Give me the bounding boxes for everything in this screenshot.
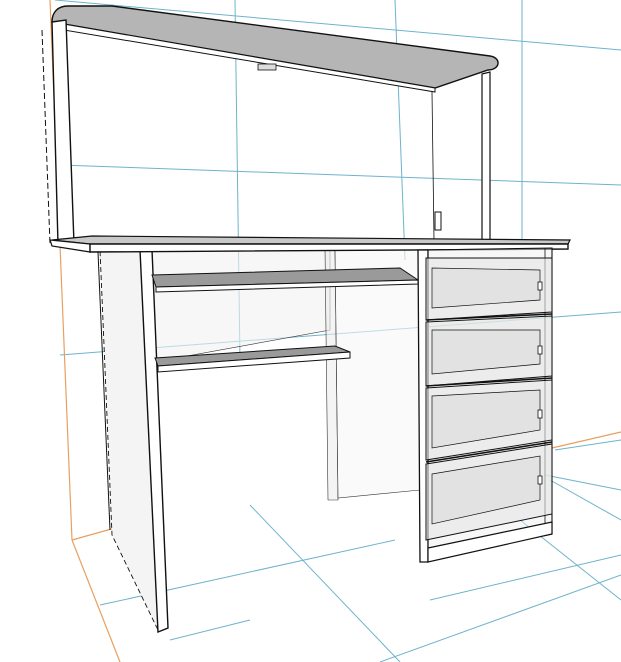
guide-line — [71, 539, 121, 662]
drawer-2 — [425, 315, 553, 387]
grid-line — [379, 574, 621, 662]
partition-side — [334, 249, 421, 499]
drawer-handle — [537, 281, 543, 291]
upright-handle — [434, 211, 442, 231]
upper-shelf-top — [51, 5, 499, 89]
scene-canvas[interactable] — [0, 0, 621, 662]
grid-line — [59, 164, 621, 186]
guide-line — [71, 527, 116, 541]
drawer-handle — [537, 409, 543, 419]
3d-viewport[interactable] — [0, 0, 621, 662]
drawer-handle — [537, 475, 543, 485]
grid-line — [544, 474, 621, 491]
grid-line — [169, 619, 251, 641]
drawer-handle — [537, 345, 543, 355]
left-upright-back — [41, 29, 51, 245]
desktop-top — [51, 235, 571, 245]
shelf-bracket — [257, 63, 277, 71]
grid-line — [549, 479, 621, 521]
left-upright — [51, 19, 75, 245]
grid-line — [394, 0, 406, 261]
drawers — [425, 257, 553, 541]
right-upright-back — [431, 91, 435, 241]
grid-line — [249, 504, 401, 662]
drawer-1 — [425, 257, 553, 321]
upper-shelf — [51, 5, 499, 93]
right-upright — [481, 71, 491, 241]
